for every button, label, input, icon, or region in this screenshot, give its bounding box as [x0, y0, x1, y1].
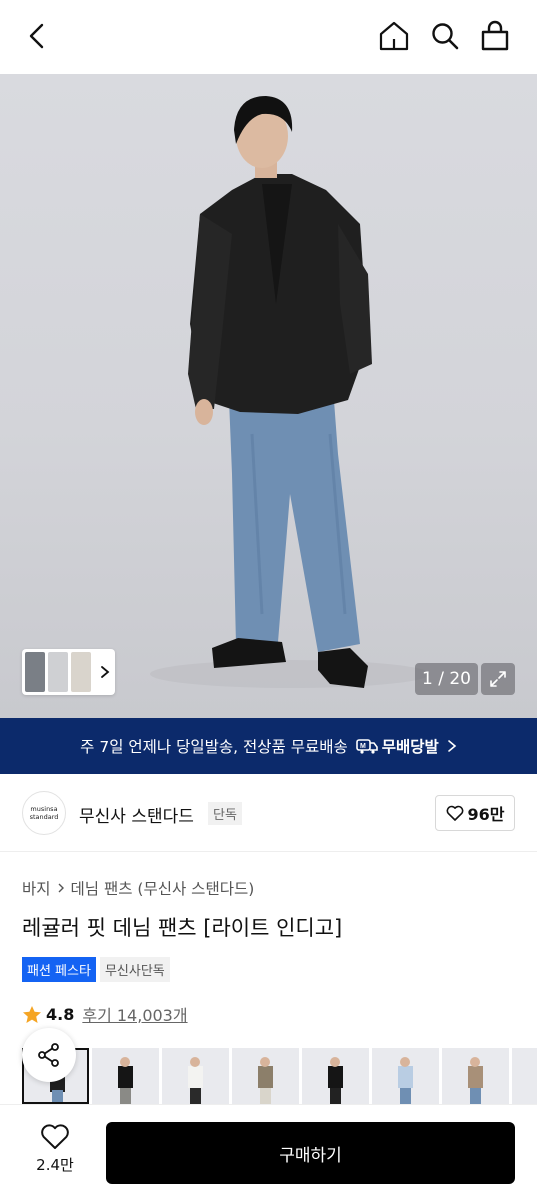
search-button[interactable] [423, 14, 467, 58]
product-tags: 패션 페스타 무신사단독 [22, 957, 170, 982]
image-counter: 1 / 20 [415, 663, 478, 695]
chevron-right-icon [58, 883, 64, 893]
color-option[interactable] [372, 1048, 439, 1104]
expand-button[interactable] [481, 663, 515, 695]
product-image[interactable]: 1 / 20 [0, 74, 537, 718]
search-icon [432, 23, 459, 50]
thumbnail-image [71, 652, 91, 692]
product-page: 1 / 20 주 7일 언제나 당일발송, 전상품 무료배송 M 무배당발 mu… [0, 0, 537, 1200]
wishlist-count: 2.4만 [36, 1156, 74, 1174]
buy-button[interactable]: 구매하기 [106, 1122, 515, 1184]
brand-name[interactable]: 무신사 스탠다드 [79, 802, 194, 827]
color-option[interactable] [232, 1048, 299, 1104]
free-delivery-badge: M 무배당발 [355, 735, 439, 757]
brand-logo-text: musinsa [30, 805, 58, 813]
heart-icon [446, 805, 463, 821]
badge-label: 무배당발 [381, 738, 439, 756]
delivery-banner[interactable]: 주 7일 언제나 당일발송, 전상품 무료배송 M 무배당발 [0, 718, 537, 774]
wishlist-button[interactable]: 2.4만 [22, 1123, 88, 1183]
expand-icon [490, 671, 506, 687]
banner-text: 주 7일 언제나 당일발송, 전상품 무료배송 [80, 738, 348, 756]
exclusive-tag: 무신사단독 [99, 957, 170, 982]
festa-tag: 패션 페스타 [22, 957, 96, 982]
share-button[interactable] [22, 1028, 76, 1082]
breadcrumb: 바지 데님 팬츠 (무신사 스탠다드) [22, 877, 254, 899]
like-count: 96만 [467, 805, 505, 824]
color-option[interactable] [442, 1048, 509, 1104]
truck-icon: M [355, 739, 378, 754]
home-button[interactable] [372, 14, 416, 58]
rating-score: 4.8 [46, 1004, 75, 1024]
chevron-right-icon [448, 740, 457, 752]
model-illustration [150, 96, 430, 688]
breadcrumb-level1[interactable]: 바지 [22, 877, 51, 899]
cart-button[interactable] [473, 14, 517, 58]
image-thumbnail-strip[interactable] [22, 649, 115, 695]
thumbnail-image [25, 652, 45, 692]
brand-row: musinsa standard 무신사 스탠다드 단독 96만 [0, 774, 537, 852]
product-title: 레귤러 핏 데님 팬츠 [라이트 인디고] [22, 916, 343, 940]
color-option[interactable] [162, 1048, 229, 1104]
back-button[interactable] [16, 14, 60, 58]
shopping-bag-icon [481, 20, 509, 51]
brand-logo[interactable]: musinsa standard [22, 791, 66, 835]
color-options [22, 1048, 537, 1104]
top-header [0, 0, 537, 74]
bottom-purchase-bar: 2.4만 구매하기 [0, 1104, 537, 1200]
home-icon [379, 21, 409, 51]
exclusive-tag: 단독 [208, 802, 242, 825]
brand-like-button[interactable]: 96만 [435, 795, 515, 831]
svg-text:M: M [360, 743, 366, 750]
color-option[interactable] [512, 1048, 537, 1104]
rating-row: 4.8 후기 14,003개 [22, 1002, 188, 1026]
review-count-link[interactable]: 후기 14,003개 [82, 1002, 187, 1026]
thumbnail-image [48, 652, 68, 692]
color-option[interactable] [92, 1048, 159, 1104]
heart-icon [41, 1124, 69, 1149]
chevron-left-icon [29, 23, 44, 49]
breadcrumb-level2[interactable]: 데님 팬츠 (무신사 스탠다드) [71, 877, 255, 899]
color-option[interactable] [302, 1048, 369, 1104]
share-icon [38, 1043, 59, 1067]
chevron-right-icon [101, 666, 110, 678]
star-icon [23, 1005, 41, 1023]
brand-logo-text: standard [29, 813, 59, 821]
